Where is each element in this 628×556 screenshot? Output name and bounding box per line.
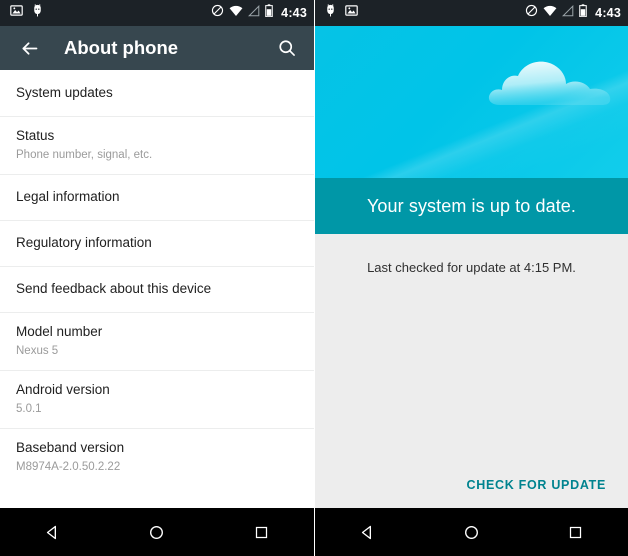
list-item-legal-information[interactable]: Legal information bbox=[0, 174, 314, 220]
status-bar-left-icons bbox=[325, 4, 525, 22]
list-item-title: Legal information bbox=[16, 188, 120, 204]
list-item-title: Regulatory information bbox=[16, 234, 152, 250]
recents-square-icon[interactable] bbox=[552, 508, 600, 556]
cell-signal-icon bbox=[248, 4, 260, 22]
home-circle-icon[interactable] bbox=[447, 508, 495, 556]
update-status-text: Your system is up to date. bbox=[366, 195, 577, 216]
battery-icon bbox=[579, 4, 587, 22]
status-bar-clock: 4:43 bbox=[281, 6, 307, 20]
navigation-bar bbox=[0, 508, 314, 556]
wifi-icon bbox=[543, 4, 557, 22]
cell-signal-icon bbox=[562, 4, 574, 22]
search-icon[interactable] bbox=[274, 35, 300, 61]
home-circle-icon[interactable] bbox=[133, 508, 181, 556]
back-triangle-icon[interactable] bbox=[28, 508, 76, 556]
arrow-back-icon[interactable] bbox=[16, 35, 42, 61]
list-item-system-updates[interactable]: System updates bbox=[0, 70, 314, 116]
check-for-update-button[interactable]: CHECK FOR UPDATE bbox=[463, 472, 610, 498]
do-not-disturb-icon bbox=[211, 4, 224, 22]
dual-screenshot-container: 4:43 About phone System updates Status P… bbox=[0, 0, 628, 556]
recents-square-icon[interactable] bbox=[238, 508, 286, 556]
status-bar-left-icons bbox=[10, 4, 211, 22]
list-item-title: Android version bbox=[16, 381, 110, 397]
status-bar-clock: 4:43 bbox=[595, 6, 621, 20]
list-item-subtitle: 5.0.1 bbox=[16, 402, 42, 415]
cloud-icon bbox=[486, 52, 614, 119]
back-triangle-icon[interactable] bbox=[343, 508, 391, 556]
wifi-icon bbox=[229, 4, 243, 22]
page-title: About phone bbox=[64, 37, 179, 58]
list-item-regulatory-information[interactable]: Regulatory information bbox=[0, 220, 314, 266]
usb-debug-icon bbox=[325, 4, 336, 22]
left-phone-screen: 4:43 About phone System updates Status P… bbox=[0, 0, 314, 556]
list-item-subtitle: M8974A-2.0.50.2.22 bbox=[16, 460, 121, 473]
usb-debug-icon bbox=[32, 4, 43, 22]
status-bar-right-icons: 4:43 bbox=[211, 4, 307, 22]
status-bar: 4:43 bbox=[315, 0, 628, 26]
list-item-model-number[interactable]: Model number Nexus 5 bbox=[0, 312, 314, 370]
right-phone-screen: 4:43 Your system is up to date. Last che… bbox=[314, 0, 628, 556]
list-item-title: Status bbox=[16, 127, 55, 143]
list-item-subtitle: Phone number, signal, etc. bbox=[16, 148, 153, 161]
list-item-title: Baseband version bbox=[16, 439, 125, 455]
screenshot-icon bbox=[345, 4, 358, 22]
system-update-hero bbox=[315, 26, 628, 178]
update-action-row: CHECK FOR UPDATE bbox=[315, 462, 628, 508]
toolbar: About phone bbox=[0, 26, 314, 70]
list-item-subtitle: Nexus 5 bbox=[16, 344, 59, 357]
list-item-baseband-version[interactable]: Baseband version M8974A-2.0.50.2.22 bbox=[0, 428, 314, 486]
list-item-title: Send feedback about this device bbox=[16, 280, 212, 296]
battery-icon bbox=[265, 4, 273, 22]
list-item-send-feedback[interactable]: Send feedback about this device bbox=[0, 266, 314, 312]
status-bar: 4:43 bbox=[0, 0, 314, 26]
list-item-title: Model number bbox=[16, 323, 103, 339]
list-item-status[interactable]: Status Phone number, signal, etc. bbox=[0, 116, 314, 174]
list-item-title: System updates bbox=[16, 84, 113, 100]
status-bar-right-icons: 4:43 bbox=[525, 4, 621, 22]
update-body: Last checked for update at 4:15 PM. CHEC… bbox=[315, 234, 628, 508]
update-status-banner: Your system is up to date. bbox=[315, 178, 628, 234]
do-not-disturb-icon bbox=[525, 4, 538, 22]
list-item-android-version[interactable]: Android version 5.0.1 bbox=[0, 370, 314, 428]
navigation-bar bbox=[315, 508, 628, 556]
screenshot-icon bbox=[10, 4, 23, 22]
last-checked-text: Last checked for update at 4:15 PM. bbox=[367, 260, 576, 275]
about-phone-list: System updates Status Phone number, sign… bbox=[0, 70, 314, 508]
